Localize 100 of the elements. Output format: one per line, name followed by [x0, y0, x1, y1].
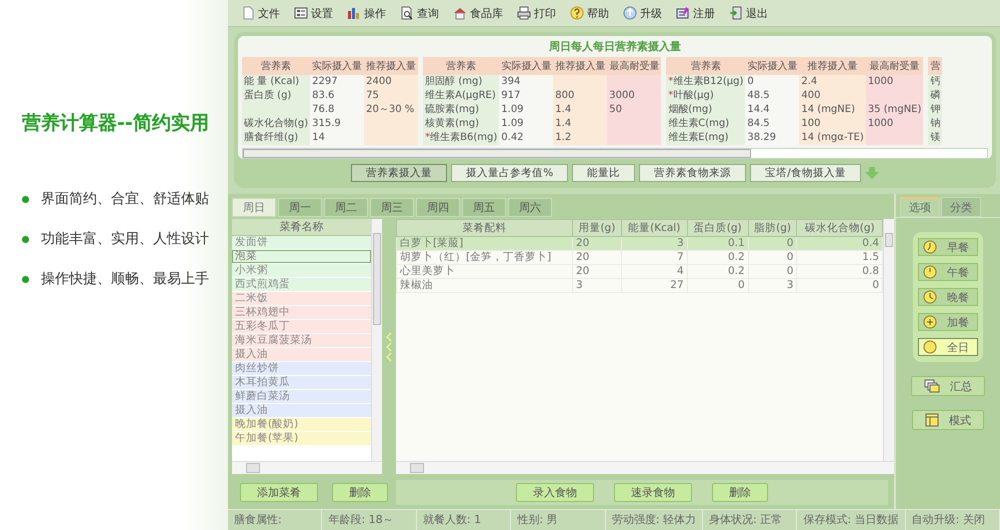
nutrient-name: 能 量 (Kcal)	[244, 76, 300, 87]
dish-item[interactable]: 肉丝炒饼	[232, 362, 371, 376]
dish-item[interactable]: 三杯鸡翅中	[232, 306, 371, 320]
chevrons-left-icon	[385, 332, 393, 362]
table-cell: 0	[786, 251, 794, 263]
ingredient-row[interactable]: 心里美萝卜 20 4 0.2 0 0.8	[396, 264, 882, 278]
horizontal-scrollbar[interactable]	[242, 148, 988, 159]
column-header: 营	[928, 57, 942, 75]
toolbar-button[interactable]: 食品库	[448, 4, 508, 22]
table-cell: 27	[670, 279, 684, 291]
dish-item[interactable]: 五彩冬瓜丁	[232, 320, 371, 334]
toolbar-button[interactable]: 帮助	[565, 4, 614, 22]
meal-button[interactable]: 全日	[918, 338, 978, 356]
toolbar-button[interactable]: 注册	[671, 4, 720, 22]
dish-item[interactable]: 摄入油	[232, 404, 371, 418]
toolbar-button[interactable]: 设置	[289, 4, 338, 22]
view-tab[interactable]: 营养素食物来源	[639, 164, 746, 182]
table-cell: 白萝卜[莱菔]	[400, 237, 464, 249]
dish-item[interactable]: 海米豆腐菠菜汤	[232, 334, 371, 348]
dish-action-button[interactable]: 添加菜肴	[240, 483, 318, 502]
status-field: 性别: 男	[511, 510, 606, 530]
vertical-scrollbar[interactable]	[883, 219, 894, 461]
ingredient-row[interactable]: 白萝卜[莱菔] 20 3 0.1 0 0.4	[396, 236, 882, 250]
table-cell: 1.4	[555, 118, 572, 129]
meal-button[interactable]: 午餐	[918, 263, 978, 281]
view-tab[interactable]: 能量比	[572, 164, 636, 182]
vertical-scrollbar[interactable]	[371, 219, 382, 461]
dish-item[interactable]: 发面饼	[232, 236, 371, 250]
column-header: 碳水化合物(g)	[796, 220, 882, 236]
day-tab[interactable]: 周六	[508, 198, 552, 217]
dish-action-button[interactable]: 删除	[332, 483, 388, 502]
dish-item[interactable]: 西式煎鸡蛋	[232, 278, 371, 292]
meal-button[interactable]: 早餐	[918, 238, 978, 256]
table-cell: 50	[609, 104, 622, 115]
table-cell: 20	[576, 265, 590, 277]
table-cell: 35 (mgNE)	[868, 104, 922, 115]
status-field: 就餐人数: 1	[416, 510, 512, 530]
dish-item[interactable]: 木耳拍黄瓜	[232, 376, 371, 390]
view-tab[interactable]: 营养素摄入量	[351, 164, 448, 182]
dish-item[interactable]: 晚加餐(酸奶)	[232, 418, 371, 432]
column-header: 营养素	[242, 57, 310, 75]
column-header: 营养素	[666, 57, 746, 75]
day-tab[interactable]: 周一	[278, 198, 322, 217]
nutrient-name: 钾	[930, 104, 940, 115]
nutrient-name: 维生素A(μgRE)	[425, 90, 496, 101]
side-tab[interactable]: 选项	[900, 197, 940, 217]
table-cell: 14.4	[747, 104, 770, 115]
bar-chart-icon	[347, 6, 361, 20]
nutrient-name: 蛋白质 (g)	[244, 90, 292, 101]
ingredient-row[interactable]: 辣椒油 3 27 0 3 0	[396, 278, 882, 292]
dish-item[interactable]: 小米粥	[232, 264, 371, 278]
day-tab[interactable]: 周二	[324, 198, 368, 217]
horizontal-scrollbar[interactable]	[396, 461, 894, 474]
ingredient-row[interactable]: 胡萝卜（红）[金笋，丁香萝卜] 20 7 0.2 0 1.5	[396, 250, 882, 264]
table-cell: 917	[501, 90, 520, 101]
column-header: 营养素	[423, 57, 500, 75]
side-tab[interactable]: 分类	[941, 197, 981, 217]
toolbar-button[interactable]: 查询	[395, 4, 444, 22]
dish-item[interactable]: 鲜蘑白菜汤	[232, 390, 371, 404]
table-cell: 75	[366, 90, 379, 101]
toolbar-button[interactable]: 操作	[342, 4, 391, 22]
view-tab[interactable]: 摄入量占参考值%	[451, 164, 568, 182]
view-tab[interactable]: 宝塔/食物摄入量	[750, 164, 861, 182]
side-button[interactable]: 汇总	[911, 376, 985, 396]
day-tab[interactable]: 周三	[370, 198, 414, 217]
dish-item[interactable]: 摄入油	[232, 348, 371, 362]
toolbar-button[interactable]: 打印	[512, 4, 561, 22]
day-tab[interactable]: 周四	[416, 198, 460, 217]
toolbar-button[interactable]: 文件	[236, 4, 285, 22]
table-cell: 3	[676, 237, 684, 249]
day-tab[interactable]: 周五	[462, 198, 506, 217]
column-header: 实际摄入量	[499, 57, 554, 75]
table-cell: 800	[555, 90, 574, 101]
nutrient-name: 维生素C(mg)	[668, 118, 730, 129]
status-field: 自动升级: 关闭	[906, 510, 1000, 530]
table-cell: 0.2	[728, 265, 745, 277]
dish-item[interactable]: 泡菜	[232, 250, 371, 264]
table-cell: 20	[576, 237, 590, 249]
food-action-button[interactable]: 速录食物	[614, 483, 692, 502]
dish-item[interactable]: 午加餐(苹果)	[232, 432, 371, 446]
nutrient-name: 胆固醇 (mg)	[425, 76, 482, 87]
food-action-button[interactable]: 删除	[712, 483, 768, 502]
column-header: 菜肴配料	[396, 220, 572, 236]
table-cell: 14	[312, 132, 325, 143]
toolbar-button[interactable]: 升级	[618, 4, 667, 22]
bullet-icon	[22, 276, 29, 282]
dish-item[interactable]: 二米饭	[232, 292, 371, 306]
table-cell: 2.4	[801, 76, 818, 87]
nutrient-name: 膳食纤维(g)	[244, 132, 298, 143]
meal-button[interactable]: 加餐	[918, 313, 978, 331]
toolbar-button[interactable]: 退出	[724, 4, 773, 22]
day-tab[interactable]: 周日	[232, 198, 276, 217]
table-cell: 48.5	[747, 90, 770, 101]
side-button[interactable]: 模式	[912, 410, 984, 430]
horizontal-scrollbar[interactable]	[232, 461, 382, 474]
food-action-button[interactable]: 录入食物	[516, 483, 594, 502]
search-icon	[400, 6, 414, 20]
table-cell: 心里美萝卜	[400, 265, 455, 277]
meal-button[interactable]: 晚餐	[918, 288, 978, 306]
nutrient-name: 烟酸(mg)	[668, 104, 712, 115]
